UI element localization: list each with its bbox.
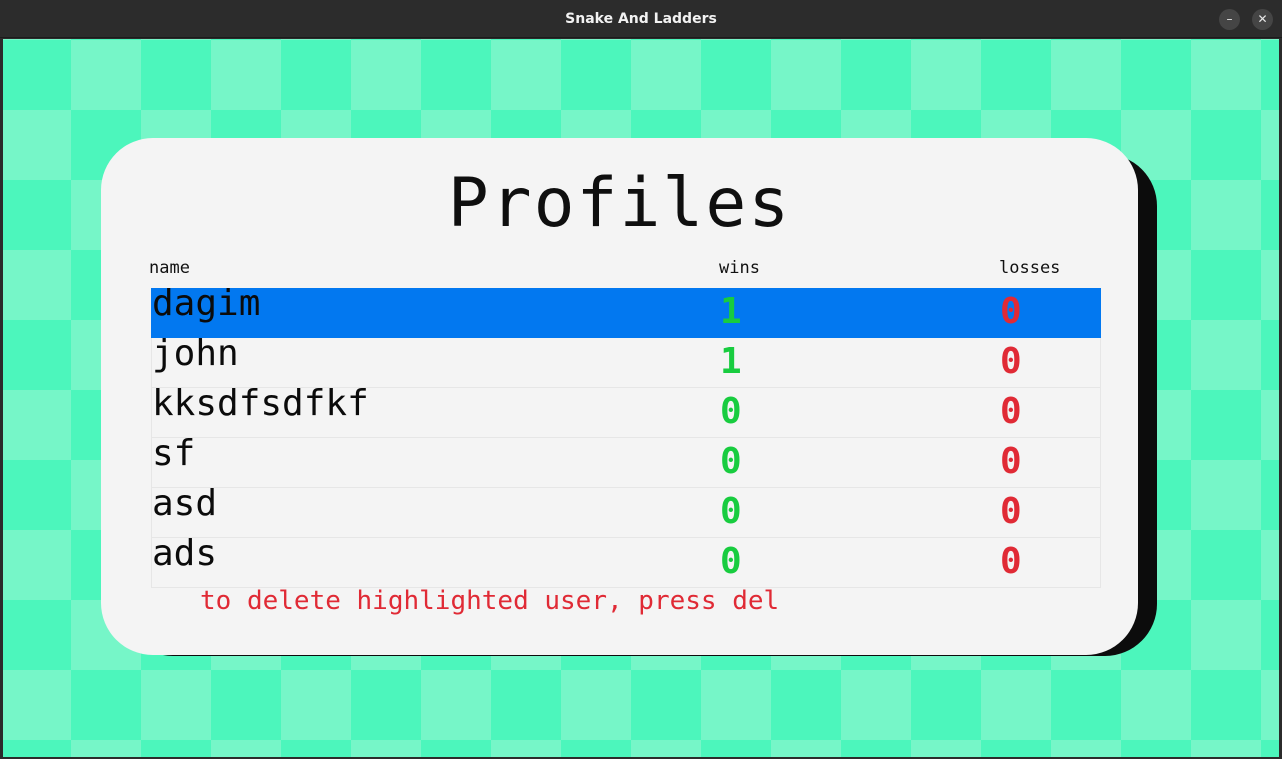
row-losses: 0	[1000, 391, 1022, 432]
row-name: sf	[152, 433, 196, 474]
window-titlebar[interactable]: Snake And Ladders – ✕	[0, 0, 1282, 38]
delete-hint: to delete highlighted user, press del	[200, 586, 780, 616]
table-row[interactable]: sf 0 0	[151, 433, 1101, 488]
table-row[interactable]: ads 0 0	[151, 533, 1101, 588]
profiles-card: Profiles name wins losses dagim 1 0 john…	[101, 138, 1138, 655]
close-button[interactable]: ✕	[1252, 9, 1273, 30]
column-header-losses: losses	[999, 258, 1061, 278]
column-header-wins: wins	[719, 258, 760, 278]
row-name: ads	[152, 533, 218, 574]
row-losses: 0	[1000, 491, 1022, 532]
window-title: Snake And Ladders	[565, 11, 717, 27]
row-wins: 1	[720, 341, 742, 382]
row-losses: 0	[1000, 441, 1022, 482]
page-title: Profiles	[447, 164, 792, 243]
row-name: john	[152, 333, 239, 374]
table-row[interactable]: dagim 1 0	[151, 283, 1101, 338]
row-losses: 0	[1000, 341, 1022, 382]
row-name: dagim	[152, 283, 261, 324]
row-wins: 0	[720, 391, 742, 432]
close-icon: ✕	[1257, 12, 1268, 26]
game-area: Profiles name wins losses dagim 1 0 john…	[3, 39, 1279, 757]
row-wins: 0	[720, 491, 742, 532]
minimize-button[interactable]: –	[1219, 9, 1240, 30]
row-wins: 0	[720, 541, 742, 582]
row-losses: 0	[1000, 541, 1022, 582]
column-header-name: name	[149, 258, 190, 278]
row-wins: 0	[720, 441, 742, 482]
minimize-icon: –	[1226, 12, 1233, 26]
profiles-table: dagim 1 0 john 1 0 kksdfsdfkf 0 0 sf 0 0…	[151, 283, 1101, 588]
table-row[interactable]: john 1 0	[151, 333, 1101, 388]
row-name: asd	[152, 483, 218, 524]
row-wins: 1	[720, 291, 742, 332]
table-row[interactable]: kksdfsdfkf 0 0	[151, 383, 1101, 438]
row-losses: 0	[1000, 291, 1022, 332]
table-row[interactable]: asd 0 0	[151, 483, 1101, 538]
row-name: kksdfsdfkf	[152, 383, 369, 424]
